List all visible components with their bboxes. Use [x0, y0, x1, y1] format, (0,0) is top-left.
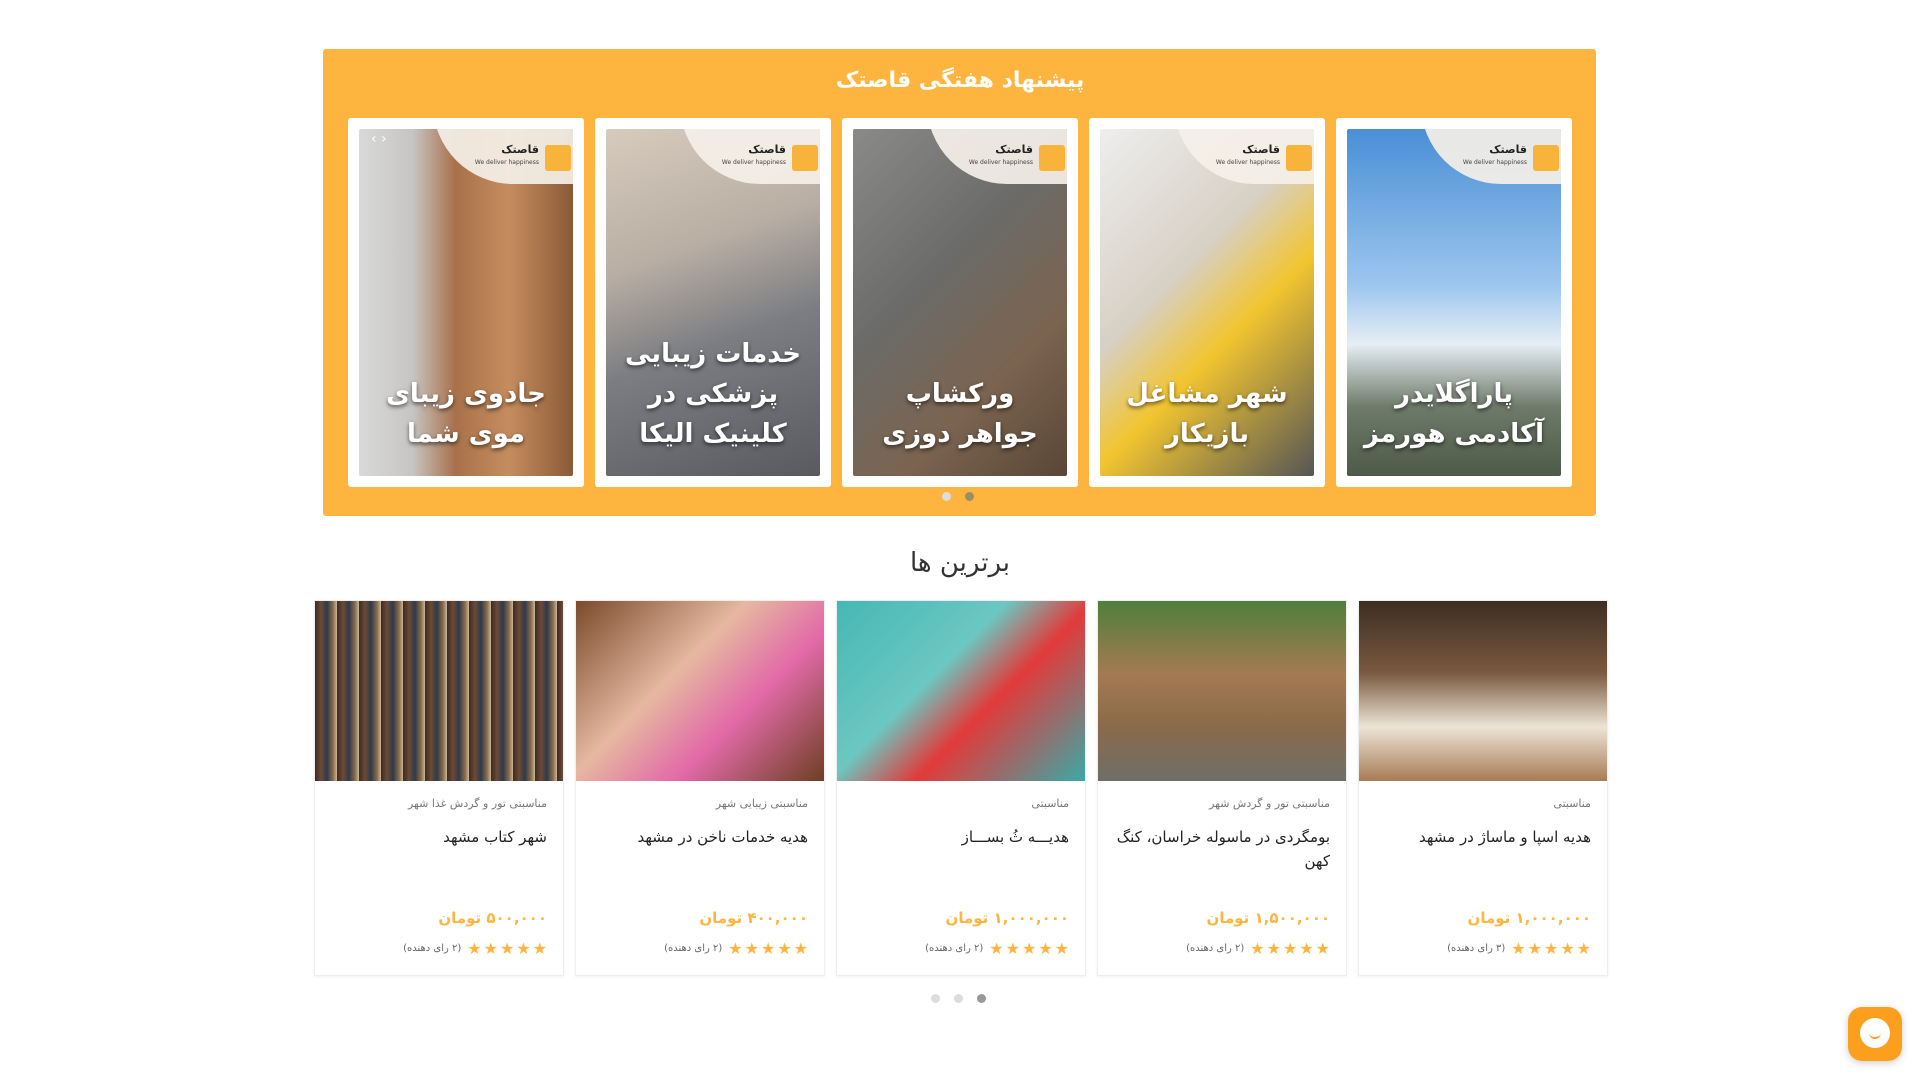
star-icon: ★	[1005, 939, 1020, 958]
weekly-offers-title: پیشنهاد هفتگی قاصتک	[835, 68, 1085, 93]
product-category: مناسبتی	[1553, 797, 1591, 810]
product-category: مناسبتی زیبایی شهر	[715, 797, 808, 810]
offer-caption: پاراگلایدر آکادمی هورمز	[1363, 379, 1545, 449]
carousel-dot[interactable]	[942, 492, 951, 501]
star-icon: ★	[1511, 939, 1526, 958]
offer-image: قاصتک We deliver happiness شهر مشاغل بازی…	[1100, 129, 1314, 476]
offer-slide[interactable]: قاصتک We deliver happiness ‹ › جادوی زیبا…	[348, 118, 584, 487]
product-title[interactable]: هدیه خدمات ناخن در مشهد	[588, 825, 808, 849]
product-image	[1359, 601, 1607, 781]
product-image	[1098, 601, 1346, 781]
ghastak-logo: قاصتک We deliver happiness	[1421, 129, 1561, 184]
vote-count: (۲ رای دهنده)	[1186, 943, 1245, 954]
star-icon: ★	[1299, 939, 1314, 958]
product-price: ۱,۰۰۰,۰۰۰ تومان	[945, 909, 1069, 927]
product-card[interactable]: مناسبتی تور و گردش شهر بومگردی در ماسوله…	[1097, 600, 1347, 976]
star-icon: ★	[744, 939, 759, 958]
ghastak-logo: قاصتک We deliver happiness	[680, 129, 820, 184]
logo-icon	[545, 145, 571, 171]
offer-slide[interactable]: قاصتک We deliver happiness خدمات زیبایی پ…	[595, 118, 831, 487]
offer-caption: خدمات زیبایی پزشکی در کلینیک الیکا	[625, 339, 801, 449]
product-rating: ★ ★ ★ ★ ★ (۲ رای دهنده)	[403, 939, 547, 958]
star-icon: ★	[1038, 939, 1053, 958]
chat-button[interactable]	[1848, 1007, 1902, 1061]
star-icon: ★	[532, 939, 547, 958]
product-image	[576, 601, 824, 781]
product-category: مناسبتی تور و گردش شهر	[1209, 797, 1330, 810]
product-category: مناسبتی	[1031, 797, 1069, 810]
star-icon: ★	[760, 939, 776, 958]
product-price: ۱,۰۰۰,۰۰۰ تومان	[1467, 909, 1591, 927]
offer-image: قاصتک We deliver happiness پاراگلایدر آکا…	[1347, 129, 1561, 476]
product-image	[315, 601, 563, 781]
top-products-carousel: مناسبتی هدیه اسپا و ماساژ در مشهد ۱,۰۰۰,…	[312, 600, 1608, 976]
product-title[interactable]: هدیه اسپا و ماساژ در مشهد	[1371, 825, 1591, 849]
top-carousel-dots	[931, 994, 986, 1003]
product-price: ۴۰۰,۰۰۰ تومان	[699, 909, 808, 927]
product-title[interactable]: شهر کتاب مشهد	[327, 825, 547, 849]
star-icon: ★	[1576, 939, 1591, 958]
star-icon: ★	[989, 939, 1004, 958]
vote-count: (۲ رای دهنده)	[925, 943, 984, 954]
product-category: مناسبتی تور و گردش غذا شهر	[407, 797, 547, 810]
carousel-dot[interactable]	[977, 994, 986, 1003]
logo-icon	[792, 145, 818, 171]
star-icon: ★	[499, 939, 515, 958]
weekly-offers-carousel: قاصتک We deliver happiness پاراگلایدر آکا…	[348, 118, 1572, 487]
offer-caption: ورکشاپ جواهر دوزی	[882, 379, 1038, 449]
product-card[interactable]: مناسبتی زیبایی شهر هدیه خدمات ناخن در مش…	[575, 600, 825, 976]
product-price: ۵۰۰,۰۰۰ تومان	[438, 909, 547, 927]
product-rating: ★ ★ ★ ★ ★ (۲ رای دهنده)	[1186, 939, 1330, 958]
top-section-title: برترین ها	[909, 548, 1011, 578]
product-title[interactable]: هدیـــه ثُ بســـاز	[849, 825, 1069, 849]
weekly-carousel-dots	[942, 492, 974, 501]
offer-slide[interactable]: قاصتک We deliver happiness شهر مشاغل بازی…	[1089, 118, 1325, 487]
offer-caption: شهر مشاغل بازیکار	[1126, 379, 1288, 449]
star-icon: ★	[1266, 939, 1281, 958]
carousel-dot[interactable]	[931, 994, 940, 1003]
star-icon: ★	[728, 939, 743, 958]
offer-caption: جادوی زیبای موی شما	[386, 379, 546, 449]
star-icon: ★	[467, 939, 482, 958]
star-icon: ★	[516, 939, 531, 958]
offer-slide[interactable]: قاصتک We deliver happiness ورکشاپ جواهر د…	[842, 118, 1078, 487]
vote-count: (۳ رای دهنده)	[1447, 943, 1506, 954]
offer-image: قاصتک We deliver happiness خدمات زیبایی پ…	[606, 129, 820, 476]
logo-icon	[1286, 145, 1312, 171]
star-icon: ★	[483, 939, 498, 958]
product-card[interactable]: مناسبتی هدیه اسپا و ماساژ در مشهد ۱,۰۰۰,…	[1358, 600, 1608, 976]
star-icon: ★	[1527, 939, 1542, 958]
offer-image: قاصتک We deliver happiness ‹ › جادوی زیبا…	[359, 129, 573, 476]
carousel-dot[interactable]	[954, 994, 963, 1003]
product-title[interactable]: بومگردی در ماسوله خراسان، کنگ کهن	[1110, 825, 1330, 873]
product-image	[837, 601, 1085, 781]
product-rating: ★ ★ ★ ★ ★ (۲ رای دهنده)	[664, 939, 808, 958]
slide-arrows-icon[interactable]: ‹ ›	[371, 131, 387, 147]
logo-icon	[1039, 145, 1065, 171]
star-icon: ★	[1250, 939, 1265, 958]
product-card[interactable]: مناسبتی تور و گردش غذا شهر شهر کتاب مشهد…	[314, 600, 564, 976]
star-icon: ★	[1543, 939, 1559, 958]
star-icon: ★	[793, 939, 808, 958]
product-rating: ★ ★ ★ ★ ★ (۲ رای دهنده)	[925, 939, 1069, 958]
offer-slide[interactable]: قاصتک We deliver happiness پاراگلایدر آکا…	[1336, 118, 1572, 487]
product-price: ۱,۵۰۰,۰۰۰ تومان	[1206, 909, 1330, 927]
vote-count: (۲ رای دهنده)	[664, 943, 723, 954]
offer-image: قاصتک We deliver happiness ورکشاپ جواهر د…	[853, 129, 1067, 476]
star-icon: ★	[1054, 939, 1069, 958]
star-icon: ★	[777, 939, 792, 958]
star-icon: ★	[1021, 939, 1037, 958]
carousel-dot[interactable]	[965, 492, 974, 501]
vote-count: (۲ رای دهنده)	[403, 943, 462, 954]
star-icon: ★	[1560, 939, 1575, 958]
product-rating: ★ ★ ★ ★ ★ (۳ رای دهنده)	[1447, 939, 1591, 958]
star-icon: ★	[1315, 939, 1330, 958]
ghastak-logo: قاصتک We deliver happiness	[927, 129, 1067, 184]
ghastak-logo: قاصتک We deliver happiness	[433, 129, 573, 184]
product-card[interactable]: مناسبتی هدیـــه ثُ بســـاز ۱,۰۰۰,۰۰۰ توم…	[836, 600, 1086, 976]
star-icon: ★	[1282, 939, 1298, 958]
ghastak-logo: قاصتک We deliver happiness	[1174, 129, 1314, 184]
logo-icon	[1533, 145, 1559, 171]
